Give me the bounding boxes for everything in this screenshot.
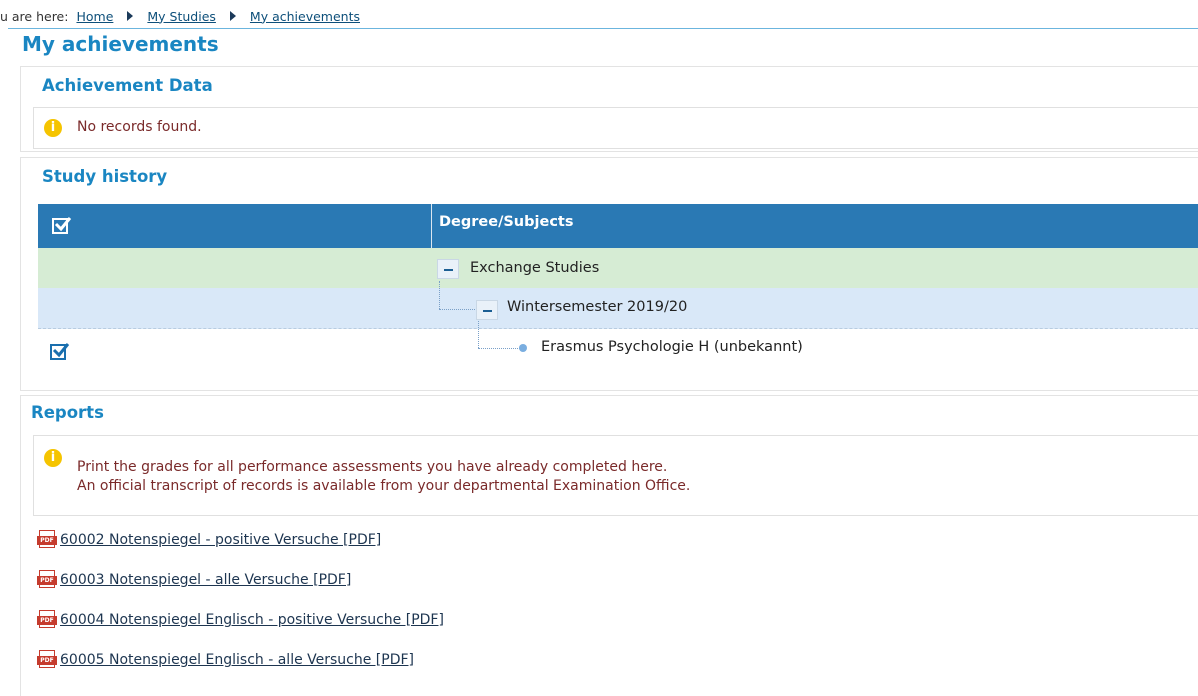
report-links-list: PDF 60002 Notenspiegel - positive Versuc… bbox=[37, 530, 444, 670]
pdf-icon: PDF bbox=[37, 650, 57, 670]
report-link-60003[interactable]: PDF 60003 Notenspiegel - alle Versuche [… bbox=[37, 570, 444, 590]
tree-connector bbox=[478, 348, 520, 349]
collapse-minus-icon[interactable] bbox=[437, 259, 459, 279]
page-title: My achievements bbox=[22, 32, 219, 56]
chevron-right-icon bbox=[229, 11, 236, 21]
breadcrumb-prefix: u are here: bbox=[0, 8, 69, 24]
tree-node-label: Erasmus Psychologie H (unbekannt) bbox=[541, 339, 803, 355]
study-history-table-header bbox=[38, 204, 1198, 248]
reports-info-line-1: Print the grades for all performance ass… bbox=[77, 459, 668, 475]
pdf-icon: PDF bbox=[37, 610, 57, 630]
header-column-divider bbox=[431, 204, 432, 248]
tree-connector bbox=[439, 281, 440, 309]
pdf-icon: PDF bbox=[37, 570, 57, 590]
reports-title: Reports bbox=[31, 403, 104, 422]
info-icon: i bbox=[44, 119, 62, 137]
tree-connector bbox=[439, 309, 475, 310]
breadcrumb: u are here: Home My Studies My achieveme… bbox=[0, 6, 360, 26]
reports-info-box bbox=[33, 435, 1198, 516]
tree-node-label: Wintersemester 2019/20 bbox=[507, 299, 688, 315]
row-checkbox-icon[interactable] bbox=[50, 343, 70, 360]
header-divider bbox=[8, 28, 1198, 29]
report-link-60002[interactable]: PDF 60002 Notenspiegel - positive Versuc… bbox=[37, 530, 444, 550]
breadcrumb-link-home[interactable]: Home bbox=[76, 9, 113, 24]
study-history-title: Study history bbox=[42, 167, 168, 186]
tree-leaf-dot-icon bbox=[519, 344, 527, 352]
breadcrumb-link-my-studies[interactable]: My Studies bbox=[147, 9, 216, 24]
achievement-data-title: Achievement Data bbox=[42, 76, 213, 95]
no-records-message: No records found. bbox=[77, 119, 202, 135]
breadcrumb-link-my-achievements[interactable]: My achievements bbox=[250, 9, 360, 24]
collapse-minus-icon[interactable] bbox=[476, 300, 498, 320]
chevron-right-icon bbox=[127, 11, 134, 21]
column-header-degree-subjects[interactable]: Degree/Subjects bbox=[439, 214, 573, 230]
pdf-icon: PDF bbox=[37, 530, 57, 550]
tree-connector bbox=[478, 321, 479, 348]
table-row bbox=[38, 248, 1198, 288]
reports-info-line-2: An official transcript of records is ava… bbox=[77, 478, 691, 494]
select-all-checkbox-icon[interactable] bbox=[52, 217, 72, 234]
no-records-message-box bbox=[33, 107, 1198, 149]
tree-node-label: Exchange Studies bbox=[470, 260, 600, 276]
info-icon: i bbox=[44, 449, 62, 467]
report-link-60005[interactable]: PDF 60005 Notenspiegel Englisch - alle V… bbox=[37, 650, 444, 670]
report-link-60004[interactable]: PDF 60004 Notenspiegel Englisch - positi… bbox=[37, 610, 444, 630]
